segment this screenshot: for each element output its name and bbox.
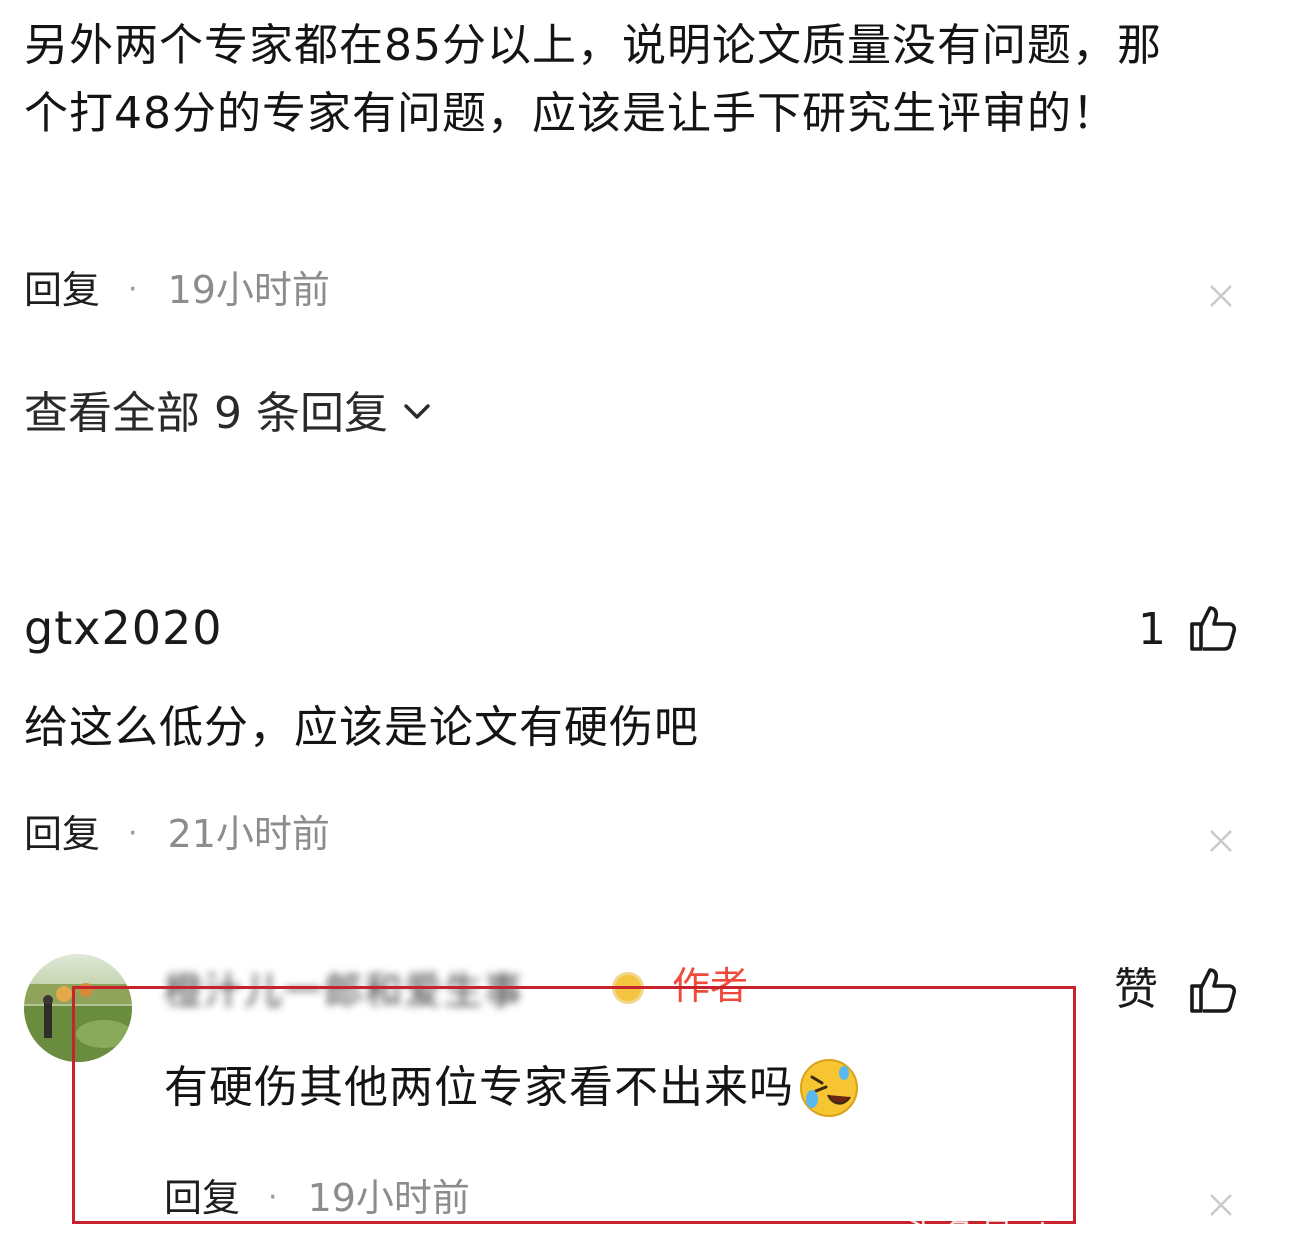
thumbs-up-icon[interactable]	[1188, 964, 1240, 1016]
reply-text-row: 有硬伤其他两位专家看不出来吗	[164, 1054, 860, 1122]
timestamp: 19小时前	[307, 1176, 470, 1220]
reply-button[interactable]: 回复	[24, 812, 100, 856]
watermark: 头条号 / 小北说育	[904, 1216, 1216, 1256]
comment-meta: 回复 · 19小时前	[24, 268, 330, 312]
thumbs-up-icon[interactable]	[1188, 602, 1240, 654]
reply-button[interactable]: 回复	[24, 268, 100, 312]
reply-button[interactable]: 回复	[164, 1176, 240, 1220]
like-count: 1	[1138, 604, 1166, 655]
separator-dot: ·	[128, 816, 138, 851]
comment-username[interactable]: gtx2020	[24, 602, 223, 654]
timestamp: 19小时前	[167, 268, 330, 312]
reply-text: 有硬伤其他两位专家看不出来吗	[164, 1062, 794, 1113]
separator-dot: ·	[268, 1180, 278, 1215]
comment-text: 另外两个专家都在85分以上，说明论文质量没有问题，那个打48分的专家有问题，应该…	[24, 20, 1162, 139]
reply-meta: 回复 · 19小时前	[164, 1176, 470, 1220]
view-all-replies-link[interactable]: 查看全部 9 条回复	[24, 388, 434, 440]
view-all-replies-label: 查看全部 9 条回复	[24, 388, 388, 439]
timestamp: 21小时前	[167, 812, 330, 856]
chevron-down-icon	[400, 388, 434, 440]
like-label[interactable]: 赞	[1114, 964, 1158, 1016]
separator-dot: ·	[128, 272, 138, 307]
close-icon[interactable]	[1208, 283, 1234, 309]
comment-meta: 回复 · 21小时前	[24, 812, 330, 856]
rolling-on-floor-laughing-icon	[798, 1057, 860, 1119]
close-icon[interactable]	[1208, 828, 1234, 854]
comment-text: 给这么低分，应该是论文有硬伤吧	[24, 702, 699, 753]
